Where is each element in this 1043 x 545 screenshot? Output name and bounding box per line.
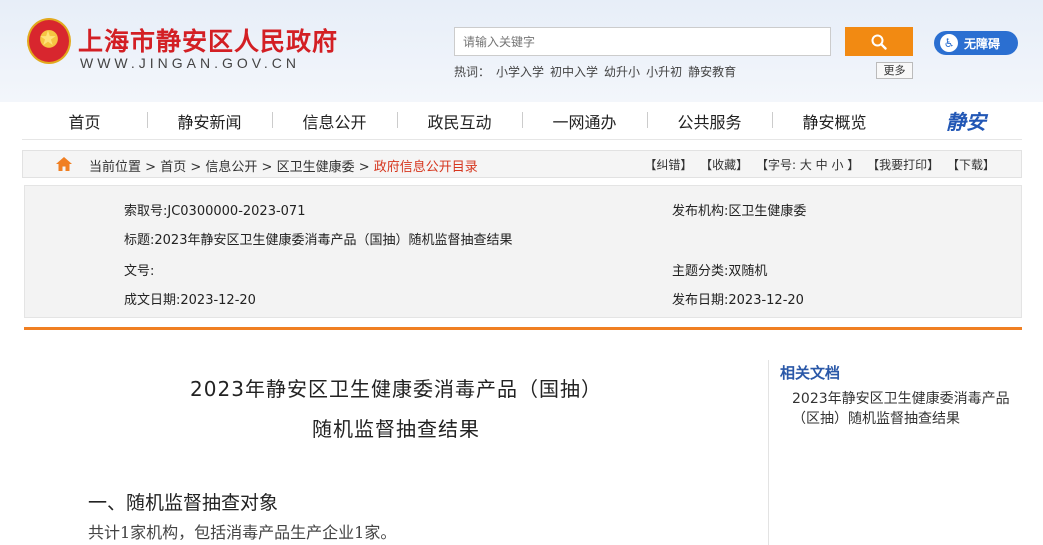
breadcrumb-path: 当前位置 > 首页 > 信息公开 > 区卫生健康委 > 政府信息公开目录 [89,160,478,175]
nav-item-home[interactable]: 首页 [22,109,147,133]
breadcrumb-link[interactable]: 首页 [160,160,186,175]
article-title-line2: 随机监督抽查结果 [312,417,480,441]
written-date: 成文日期:2023-12-20 [124,293,256,308]
hot-words-label: 热词： [454,65,491,79]
breadcrumb-link[interactable]: 区卫生健康委 [277,160,355,175]
hot-word-link[interactable]: 静安教育 [688,65,736,79]
breadcrumb: 当前位置 > 首页 > 信息公开 > 区卫生健康委 > 政府信息公开目录 【纠错… [22,150,1022,178]
publish-date: 发布日期:2023-12-20 [672,293,804,308]
jingan-logo[interactable]: 静安 [946,106,986,135]
page-tools: 【纠错】 【收藏】 【字号: 大 中 小 】 【我要打印】 【下载】 [640,156,995,173]
nav-item-news[interactable]: 静安新闻 [147,109,272,133]
nav-item-public-service[interactable]: 公共服务 [647,109,772,133]
breadcrumb-prefix: 当前位置 [89,160,142,175]
section-paragraph: 共计1家机构，包括消毒产品生产企业1家。 [88,523,397,542]
column-divider [768,360,769,545]
nav-item-info-disclosure[interactable]: 信息公开 [272,109,397,133]
document-title: 标题:2023年静安区卫生健康委消毒产品（国抽）随机监督抽查结果 [124,233,513,248]
print-link[interactable]: 【我要打印】 [867,158,939,172]
font-size-control[interactable]: 【字号: 大 中 小 】 [756,158,859,172]
breadcrumb-link[interactable]: 信息公开 [205,160,257,175]
accessibility-button[interactable]: ♿ 无障碍 [934,31,1018,55]
topic-category: 主题分类:双随机 [672,264,768,279]
nav-item-interaction[interactable]: 政民互动 [397,109,522,133]
related-docs-heading: 相关文档 [780,364,841,382]
document-info-panel: 索取号:JC0300000-2023-071 发布机构:区卫生健康委 标题:20… [24,185,1022,318]
nav-item-overview[interactable]: 静安概览 [772,109,897,133]
related-doc-link[interactable]: 2023年静安区卫生健康委消毒产品（区抽）随机监督抽查结果 [792,389,1032,429]
home-icon [56,157,72,171]
search-button[interactable] [845,27,913,56]
more-button[interactable]: 更多 [876,62,913,79]
hot-word-link[interactable]: 幼升小 [604,65,640,79]
index-number: 索取号:JC0300000-2023-071 [124,204,306,219]
article-title-line1: 2023年静安区卫生健康委消毒产品（国抽） [190,377,602,401]
hot-word-link[interactable]: 初中入学 [550,65,598,79]
wheelchair-icon: ♿ [940,34,958,52]
nav-item-one-net-service[interactable]: 一网通办 [522,109,647,133]
search-icon [871,34,887,50]
site-domain: WWW.JINGAN.GOV.CN [80,55,300,71]
search-input[interactable] [454,27,831,56]
main-nav: 首页 静安新闻 信息公开 政民互动 一网通办 公共服务 静安概览 静安 [22,102,1022,140]
breadcrumb-current[interactable]: 政府信息公开目录 [374,160,478,175]
orange-divider [24,327,1022,330]
accessibility-label: 无障碍 [964,36,1001,51]
hot-word-link[interactable]: 小学入学 [496,65,544,79]
favorite-link[interactable]: 【收藏】 [700,158,748,172]
national-emblem-icon: ★ [27,18,71,64]
correction-link[interactable]: 【纠错】 [644,158,692,172]
document-number: 文号: [124,264,155,279]
publisher: 发布机构:区卫生健康委 [672,204,807,219]
section-heading: 一、随机监督抽查对象 [88,492,279,514]
site-header: ★ 上海市静安区人民政府 WWW.JINGAN.GOV.CN 热词： 小学入学初中… [0,0,1043,102]
hot-words: 热词： 小学入学 初中入学 幼升小 小升初 静安教育 [454,63,742,80]
download-link[interactable]: 【下载】 [947,158,995,172]
hot-word-link[interactable]: 小升初 [646,65,682,79]
site-title[interactable]: 上海市静安区人民政府 [78,22,338,58]
